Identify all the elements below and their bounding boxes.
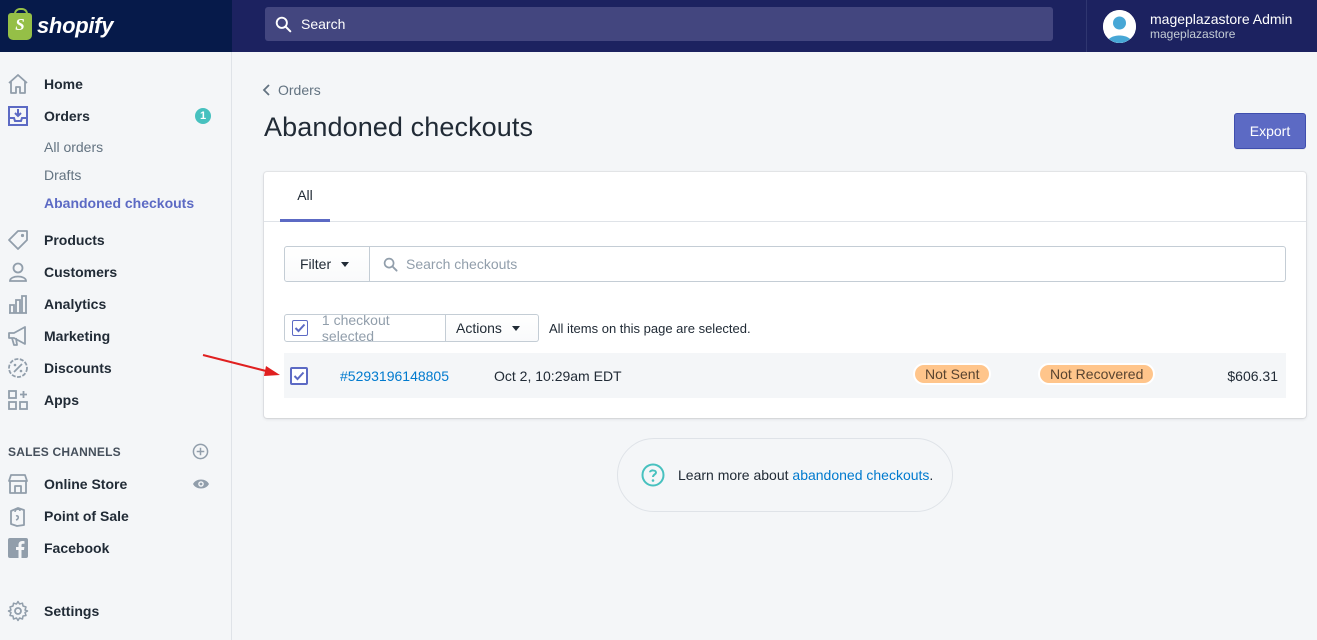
sidebar-subitem-drafts[interactable]: Drafts [44, 167, 81, 183]
user-store: mageplazastore [1150, 27, 1236, 41]
logo-text: shopify [37, 13, 114, 38]
sidebar-item-point-of-sale[interactable]: Point of Sale [0, 501, 231, 531]
checkout-total: $606.31 [1227, 368, 1278, 384]
search-checkouts-input[interactable] [406, 256, 1266, 272]
sidebar: Home Orders 1 All orders Drafts Abandone… [0, 52, 232, 640]
checkout-date: Oct 2, 10:29am EDT [494, 368, 622, 384]
user-name: mageplazastore Admin [1150, 11, 1293, 27]
megaphone-icon [8, 326, 26, 346]
chevron-left-icon [262, 84, 270, 96]
sidebar-item-label: Customers [44, 264, 118, 280]
search-icon [383, 257, 398, 272]
checkout-id-link[interactable]: #5293196148805 [340, 368, 449, 384]
discount-icon [8, 358, 28, 378]
sidebar-item-label: Settings [44, 603, 100, 619]
selection-note: All items on this page are selected. [549, 320, 751, 336]
sidebar-subitem-all-orders[interactable]: All orders [44, 139, 103, 155]
page-title: Abandoned checkouts [264, 112, 534, 142]
learn-more-callout: Learn more about abandoned checkouts . [617, 438, 953, 512]
sidebar-subitem-abandoned-checkouts[interactable]: Abandoned checkouts [44, 195, 194, 211]
orders-icon [8, 106, 28, 126]
annotation-arrow-icon [202, 354, 280, 376]
abandoned-checkouts-link[interactable]: abandoned checkouts [792, 467, 929, 483]
sidebar-item-facebook[interactable]: Facebook [0, 533, 231, 563]
filter-bar: Filter [284, 246, 1286, 282]
breadcrumb-label: Orders [278, 82, 321, 98]
help-icon [641, 463, 665, 487]
avatar [1103, 9, 1136, 43]
sidebar-item-label: Online Store [44, 476, 128, 492]
tab-bar: All [264, 172, 1306, 222]
export-button[interactable]: Export [1234, 113, 1306, 149]
selected-count: 1 checkout selected [321, 312, 390, 344]
bulk-actions-bar: 1 checkout selected Actions All items on… [284, 312, 751, 344]
facebook-icon [8, 538, 28, 558]
learn-more-prefix: Learn more about [678, 467, 793, 483]
breadcrumb[interactable]: Orders [262, 82, 321, 98]
apps-icon [8, 390, 28, 410]
sidebar-item-label: Facebook [44, 540, 110, 556]
sidebar-item-analytics[interactable]: Analytics [0, 289, 231, 319]
sidebar-item-products[interactable]: Products [0, 225, 231, 255]
orders-count-badge: 1 [195, 108, 211, 124]
global-search-input[interactable]: Search [265, 7, 1053, 41]
sidebar-item-label: Home [44, 76, 83, 92]
caret-down-icon [511, 325, 520, 331]
store-icon [8, 474, 28, 494]
home-icon [8, 74, 28, 94]
search-icon [275, 16, 292, 32]
sidebar-item-label: Discounts [44, 360, 112, 376]
sidebar-item-apps[interactable]: Apps [0, 385, 231, 415]
search-placeholder: Search [301, 16, 346, 32]
filter-button[interactable]: Filter [285, 247, 370, 281]
table-row[interactable]: #5293196148805 Oct 2, 10:29am EDT Not Se… [284, 353, 1286, 398]
sidebar-item-discounts[interactable]: Discounts [0, 353, 231, 383]
sidebar-item-label: Point of Sale [44, 508, 129, 524]
sidebar-item-label: Analytics [44, 296, 107, 312]
search-checkouts-field [371, 247, 1285, 281]
checkmark-icon [293, 371, 305, 381]
sidebar-item-settings[interactable]: Settings [0, 596, 231, 626]
sidebar-item-label: Apps [44, 392, 79, 408]
sidebar-item-home[interactable]: Home [0, 69, 231, 99]
top-bar: S shopify Search mageplazastore Admin ma… [0, 0, 1317, 52]
bulk-select-button[interactable]: 1 checkout selected [284, 312, 446, 344]
sidebar-item-marketing[interactable]: Marketing [0, 321, 231, 351]
checkouts-card: All Filter 1 checkout selected Actions A… [264, 172, 1306, 418]
customer-icon [9, 262, 27, 282]
learn-more-suffix: . [929, 467, 934, 483]
user-avatar-icon [1103, 9, 1136, 43]
sidebar-item-customers[interactable]: Customers [0, 257, 231, 287]
sidebar-item-orders[interactable]: Orders 1 [0, 101, 231, 131]
eye-icon[interactable] [192, 475, 210, 493]
logo-glyph: S [15, 14, 25, 34]
row-checkbox[interactable] [290, 367, 308, 385]
analytics-icon [9, 295, 27, 314]
sidebar-item-label: Marketing [44, 328, 111, 344]
sidebar-item-label: Orders [44, 108, 90, 124]
user-menu[interactable]: mageplazastore Admin mageplazastore [1086, 0, 1317, 52]
add-channel-icon[interactable] [192, 443, 209, 460]
shopify-logo[interactable]: S shopify [0, 0, 232, 52]
caret-down-icon [341, 261, 350, 267]
email-status-badge: Not Sent [913, 363, 992, 385]
tab-all[interactable]: All [280, 172, 330, 222]
recovery-status-badge: Not Recovered [1038, 363, 1156, 385]
select-all-checkbox[interactable] [292, 320, 308, 336]
shopping-bag-icon: S [8, 7, 32, 40]
filter-label: Filter [300, 256, 332, 272]
tag-icon [8, 230, 28, 250]
pos-icon [10, 507, 25, 527]
actions-label: Actions [456, 320, 502, 336]
sidebar-item-label: Products [44, 232, 105, 248]
gear-icon [7, 600, 29, 622]
checkmark-icon [294, 323, 306, 333]
actions-dropdown[interactable]: Actions [446, 314, 539, 342]
sales-channels-heading: SALES CHANNELS [8, 445, 121, 459]
sidebar-item-online-store[interactable]: Online Store [0, 469, 231, 499]
